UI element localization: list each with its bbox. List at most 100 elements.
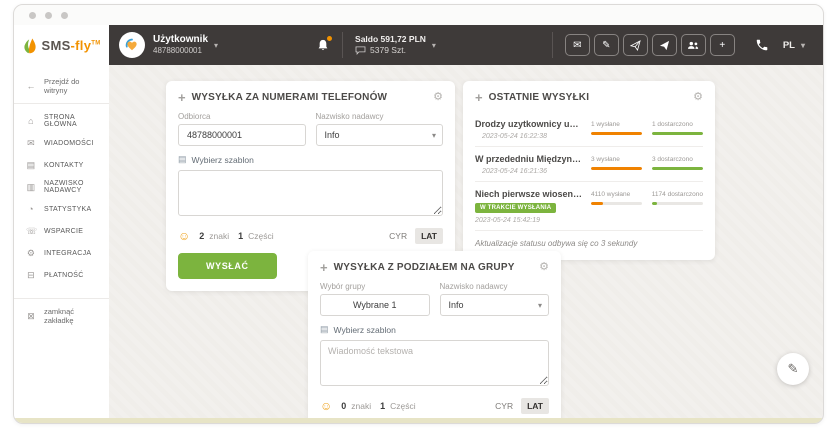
plane-filled-channel-button[interactable] [652, 34, 677, 56]
emoji-picker-icon[interactable]: ☺ [178, 230, 190, 242]
gear-icon[interactable]: ⚙ [693, 92, 703, 103]
sidebar: ← Przejdź do witryny ⌂ STRONA GŁÓWNA ✉ W… [14, 65, 109, 424]
brand-logo[interactable]: SMS-flyTM [14, 25, 109, 65]
emoji-picker-icon[interactable]: ☺ [320, 400, 332, 412]
move-icon[interactable]: + [475, 91, 483, 104]
people-icon [687, 41, 699, 50]
recent-item-info: W przededniu Międzynarodowe... 2023-05-2… [475, 154, 591, 175]
message-textarea[interactable] [178, 170, 443, 216]
recipient-input[interactable] [178, 124, 306, 146]
status-refresh-note: Aktualizacje statusu odbywa się co 3 sek… [475, 239, 703, 248]
sidebar-item-label: STRONA GŁÓWNA [44, 114, 99, 128]
group-select-input[interactable] [320, 294, 430, 316]
recent-item-info: Niech pierwsze wiosenne promi... W TRAKC… [475, 189, 591, 224]
sent-progress-bar [591, 132, 642, 135]
chevron-down-icon[interactable]: ▾ [432, 41, 436, 50]
delivered-progress-bar [652, 167, 703, 170]
pencil-icon: ✎ [602, 40, 610, 51]
sidebar-item-integracja[interactable]: ⚙ INTEGRACJA [14, 242, 109, 264]
payment-icon: ⊟ [26, 270, 36, 281]
alphabet-toggle: CYR LAT [383, 228, 443, 244]
add-channel-button[interactable]: + [710, 34, 735, 56]
pencil-channel-button[interactable]: ✎ [594, 34, 619, 56]
app-window: SMS-flyTM Użytkownik 48788000001 ▾ [13, 4, 824, 424]
send-button[interactable]: WYSŁAĆ [178, 253, 277, 279]
card-header: + WYSYŁKA Z PODZIAŁEM NA GRUPY ⚙ [320, 261, 549, 274]
parts-label: Części [248, 231, 274, 241]
sidebar-item-nazwisko-nadawcy[interactable]: ▥ NAZWISKO NADAWCY [14, 176, 109, 198]
cyr-toggle-button[interactable]: CYR [489, 398, 519, 414]
avatar[interactable] [119, 32, 145, 58]
recent-item[interactable]: Niech pierwsze wiosenne promi... W TRAKC… [475, 182, 703, 231]
language-code: PL [783, 40, 795, 51]
group-channel-button[interactable] [681, 34, 706, 56]
chevron-down-icon: ▾ [538, 301, 542, 310]
integration-icon: ⚙ [26, 248, 36, 259]
group-label: Wybór grupy [320, 282, 430, 291]
divider [342, 32, 343, 58]
card-title: OSTATNIE WYSYŁKI [489, 92, 590, 103]
send-button[interactable]: WYSŁAĆ [320, 423, 419, 424]
paper-plane-filled-icon [659, 40, 670, 51]
sidebar-item-label: STATYSTYKA [44, 206, 91, 213]
cyr-toggle-button[interactable]: CYR [383, 228, 413, 244]
sent-label: 3 wysłane [591, 156, 642, 163]
main: ← Przejdź do witryny ⌂ STRONA GŁÓWNA ✉ W… [14, 65, 823, 424]
sender-value: Info [325, 130, 340, 140]
lat-toggle-button[interactable]: LAT [415, 228, 443, 244]
user-menu[interactable]: Użytkownik 48788000001 [153, 34, 208, 56]
sender-select[interactable]: Info ▾ [316, 124, 444, 146]
chars-count: 0 [341, 401, 346, 411]
sidebar-close-tab[interactable]: ⊠ zamknąć zakładkę [14, 298, 109, 333]
language-selector[interactable]: PL ▾ [783, 40, 811, 51]
sidebar-item-kontakty[interactable]: ▤ KONTAKTY [14, 154, 109, 176]
window-dot[interactable] [29, 12, 36, 19]
envelope-icon: ✉ [573, 40, 581, 51]
chevron-down-icon[interactable]: ▾ [214, 41, 218, 50]
sidebar-item-wsparcie[interactable]: ☏ WSPARCIE [14, 220, 109, 242]
pencil-icon: ✎ [788, 361, 799, 377]
sent-stat: 1 wysłane [591, 121, 642, 140]
sidebar-item-wiadomosci[interactable]: ✉ WIADOMOŚCI [14, 132, 109, 154]
chars-label: znaki [209, 231, 229, 241]
balance-block[interactable]: Saldo 591,72 PLN 5379 Szt. [355, 34, 426, 57]
sidebar-item-label: WSPARCIE [44, 228, 83, 235]
notifications-button[interactable] [316, 38, 330, 53]
sidebar-item-statystyka[interactable]: ◔ STATYSTYKA [14, 198, 109, 220]
choose-template-link[interactable]: ▤ Wybierz szablon [320, 324, 549, 335]
delivered-progress-bar [652, 132, 703, 135]
window-dot[interactable] [61, 12, 68, 19]
counter-row: ☺ 2 znaki 1 Części CYR LAT [178, 228, 443, 244]
message-textarea[interactable] [320, 340, 549, 386]
template-link-label: Wybierz szablon [192, 155, 254, 165]
fields-row: Wybór grupy Nazwisko nadawcy Info ▾ [320, 282, 549, 316]
phone-button[interactable] [755, 38, 769, 52]
sidebar-item-strona-glowna[interactable]: ⌂ STRONA GŁÓWNA [14, 110, 109, 132]
window-dot[interactable] [45, 12, 52, 19]
sender-label: Nazwisko nadawcy [316, 112, 444, 121]
window-chrome [14, 5, 823, 25]
recent-item-title: Drodzy uzytkownicy uslugi SMS-... [475, 119, 583, 129]
sidebar-item-platnosc[interactable]: ⊟ PŁATNOŚĆ [14, 264, 109, 286]
channel-buttons: ✉ ✎ [565, 34, 735, 56]
move-icon[interactable]: + [178, 91, 186, 104]
lat-toggle-button[interactable]: LAT [521, 398, 549, 414]
sidebar-back-label: Przejdź do witryny [44, 77, 99, 95]
gear-icon[interactable]: ⚙ [433, 92, 443, 103]
choose-template-link[interactable]: ▤ Wybierz szablon [178, 154, 443, 165]
gear-icon[interactable]: ⚙ [539, 262, 549, 273]
recent-item[interactable]: Drodzy uzytkownicy uslugi SMS-... 2023-0… [475, 112, 703, 147]
sent-progress-bar [591, 202, 642, 205]
edit-fab-button[interactable]: ✎ [777, 353, 809, 385]
delivered-stat: 1174 dostarczono [652, 191, 703, 224]
plus-icon: + [719, 40, 725, 51]
sidebar-back-link[interactable]: ← Przejdź do witryny [14, 71, 109, 104]
alphabet-toggle: CYR LAT [489, 398, 549, 414]
recent-item[interactable]: W przededniu Międzynarodowe... 2023-05-2… [475, 147, 703, 182]
card-group-send: + WYSYŁKA Z PODZIAŁEM NA GRUPY ⚙ Wybór g… [308, 251, 561, 424]
envelope-channel-button[interactable]: ✉ [565, 34, 590, 56]
delivered-progress-bar [652, 202, 703, 205]
sender-select[interactable]: Info ▾ [440, 294, 550, 316]
plane-outline-channel-button[interactable] [623, 34, 648, 56]
move-icon[interactable]: + [320, 261, 328, 274]
